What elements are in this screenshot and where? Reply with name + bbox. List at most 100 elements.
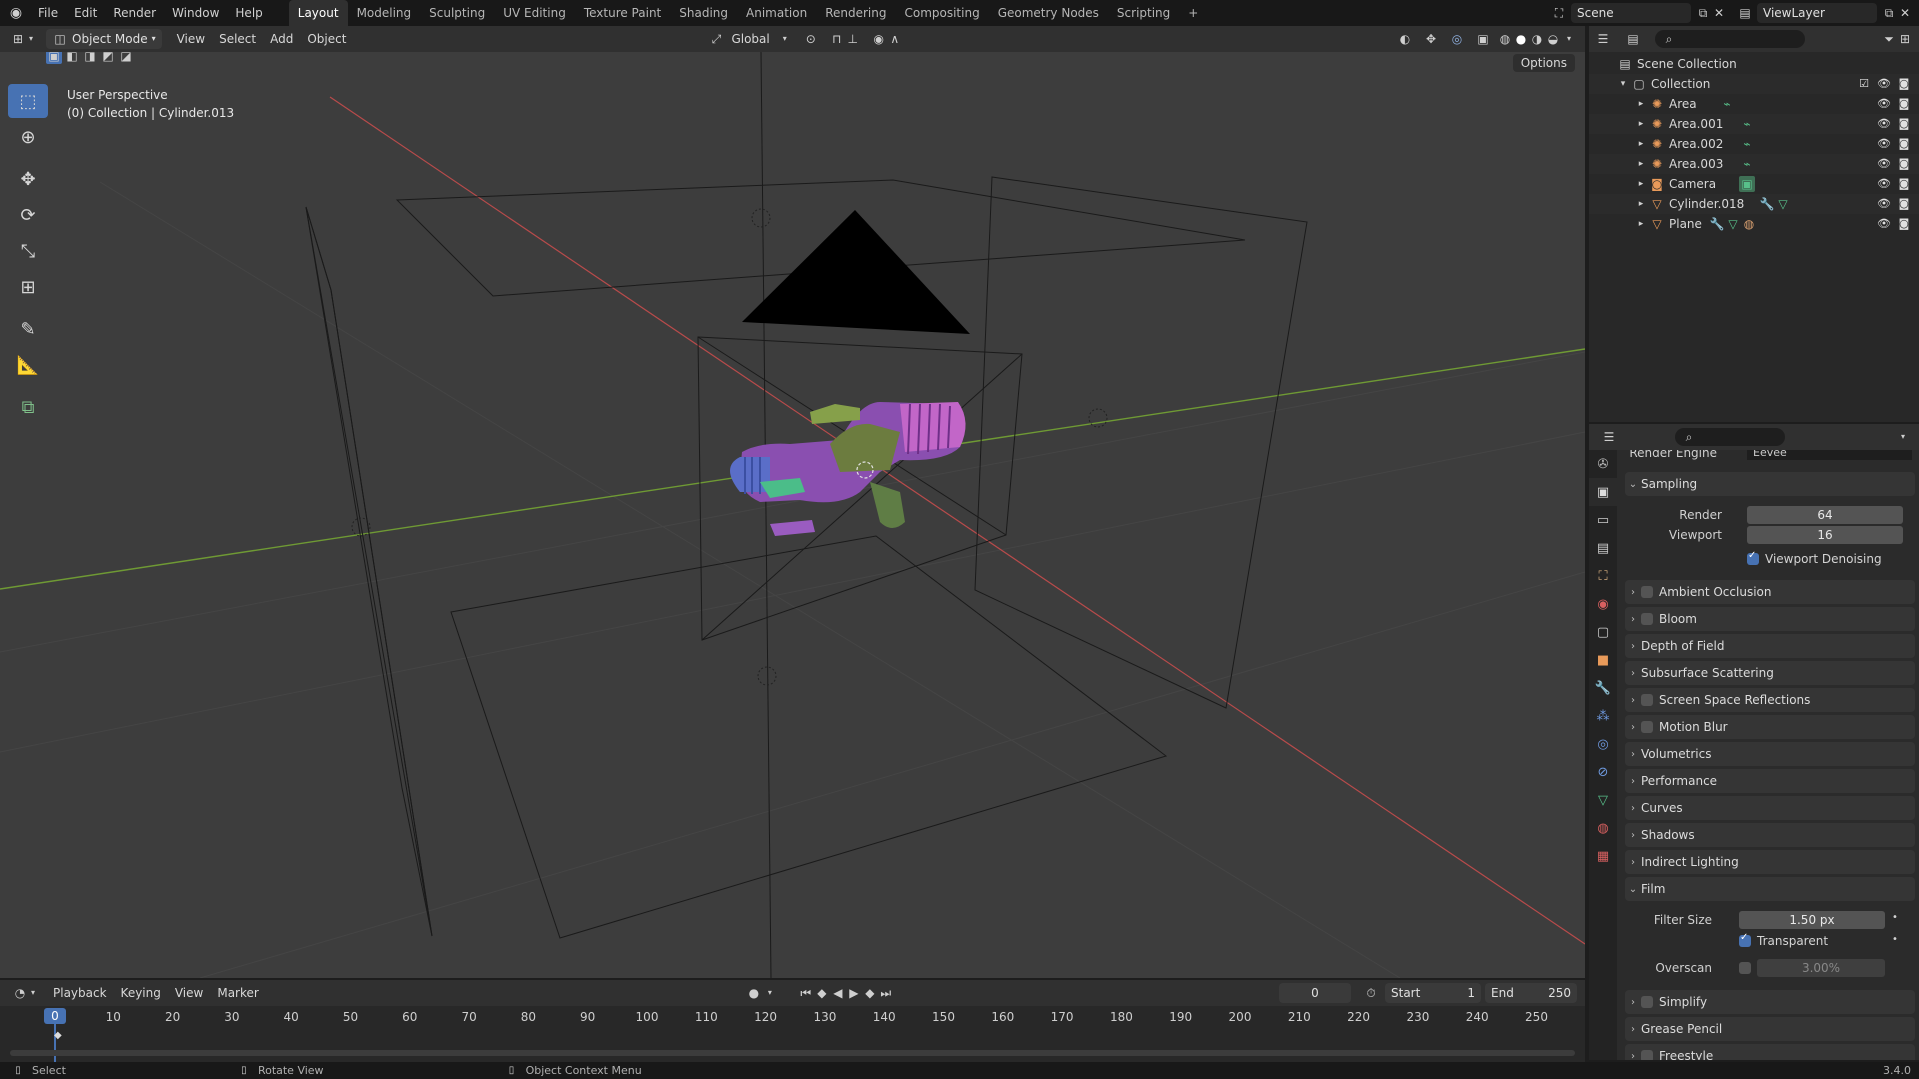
record-icon[interactable]: ● [746,985,762,1001]
panel-grease-pencil[interactable]: › Grease Pencil [1625,1017,1915,1041]
add-workspace-button[interactable]: + [1179,0,1207,26]
expand-arrow-icon[interactable]: ▸ [1633,196,1649,212]
tab-material[interactable]: ◍ [1589,814,1617,842]
panel-motion-blur[interactable]: › Motion Blur [1625,715,1915,739]
scene-icon[interactable]: ⛶ [1551,5,1567,21]
timeline[interactable]: 10 20 30 40 50 60 70 80 90 100 110 120 130 140 150 160 1… [0,1006,1585,1064]
viewport-denoising-checkbox[interactable]: Viewport Denoising [1747,550,1882,566]
move-tool[interactable]: ✥ [8,162,48,196]
options-button[interactable]: Options [1512,54,1575,72]
outliner-item[interactable]: ▸ ◙ Camera ▣ 👁 ◙ [1589,174,1919,194]
snap-icon[interactable]: ⊓ [829,31,845,47]
eye-icon[interactable]: 👁 [1877,137,1891,151]
current-frame-field[interactable]: 0 [1279,983,1351,1003]
new-viewlayer-icon[interactable]: ⧉ [1881,5,1897,21]
editor-type-icon[interactable]: ☰ [1595,31,1611,47]
menu-playback[interactable]: Playback [46,982,114,1004]
menu-object[interactable]: Object [300,28,353,50]
pivot-point-icon[interactable]: ⊙ [803,31,819,47]
panel-subsurface-scattering[interactable]: › Subsurface Scattering [1625,661,1915,685]
camera-icon[interactable]: ◙ [1897,177,1911,191]
close-scene-icon[interactable]: ✕ [1711,5,1727,21]
material-shading-icon[interactable]: ◑ [1529,31,1545,47]
keyframe-dot-icon[interactable]: • [1892,912,1898,923]
camera-icon[interactable]: ◙ [1897,137,1911,151]
expand-arrow-icon[interactable]: ▸ [1633,176,1649,192]
panel-performance[interactable]: › Performance [1625,769,1915,793]
display-mode-icon[interactable]: ▤ [1625,31,1641,47]
solid-shading-icon[interactable]: ● [1513,31,1529,47]
camera-icon[interactable]: ◙ [1897,77,1911,91]
outliner-item[interactable]: ▸ ✺ Area.003 ⌁ 👁 ◙ [1589,154,1919,174]
eye-icon[interactable]: 👁 [1877,177,1891,191]
rendered-shading-icon[interactable]: ◒ [1545,31,1561,47]
checkbox-icon[interactable]: ☑ [1857,77,1871,91]
eye-icon[interactable]: 👁 [1877,77,1891,91]
select-new-icon[interactable]: ▣ [46,52,62,64]
properties-search[interactable]: ⌕ [1675,428,1785,446]
select-invert-icon[interactable]: ◩ [100,52,116,64]
3d-viewport[interactable]: ⬚ ⊕ ✥ ⟳ ⤡ ⊞ ✎ 📐 ⧉ ▣ ◧ ◨ ◩ ◪ User Perspec… [0,52,1585,978]
panel-sampling[interactable]: ⌄ Sampling [1625,472,1915,496]
outliner-item[interactable]: ▸ ✺ Area ⌁ 👁 ◙ [1589,94,1919,114]
panel-depth-of-field[interactable]: › Depth of Field [1625,634,1915,658]
camera-icon[interactable]: ◙ [1897,197,1911,211]
select-intersect-icon[interactable]: ◪ [118,52,134,64]
tab-rendering[interactable]: Rendering [816,0,895,26]
panel-bloom[interactable]: › Bloom [1625,607,1915,631]
transform-orientation-selector[interactable]: Global [724,28,776,50]
add-cube-tool[interactable]: ⧉ [8,390,48,424]
menu-render[interactable]: Render [105,0,164,26]
tab-layout[interactable]: Layout [288,0,348,26]
visibility-icon[interactable]: ◐ [1397,31,1413,47]
render-samples-field[interactable]: 64 [1747,506,1903,524]
next-keyframe-icon[interactable]: ◆ [862,985,878,1001]
checkbox-icon[interactable] [1641,996,1653,1008]
falloff-icon[interactable]: ∧ [887,31,903,47]
eye-icon[interactable]: 👁 [1877,97,1891,111]
wireframe-shading-icon[interactable]: ◍ [1497,31,1513,47]
expand-arrow-icon[interactable]: ▸ [1633,96,1649,112]
prev-keyframe-icon[interactable]: ◆ [814,985,830,1001]
panel-freestyle[interactable]: › Freestyle [1625,1044,1915,1060]
checkbox-icon[interactable] [1641,613,1653,625]
tree-root[interactable]: ▤ Scene Collection [1589,54,1919,74]
collection-row[interactable]: ▾ ▢ Collection ☑ 👁 ◙ [1589,74,1919,94]
menu-add[interactable]: Add [263,28,300,50]
outliner-search[interactable]: ⌕ [1655,30,1805,48]
tab-sculpting[interactable]: Sculpting [420,0,494,26]
panel-indirect-lighting[interactable]: › Indirect Lighting [1625,850,1915,874]
tab-data[interactable]: ▽ [1589,786,1617,814]
menu-file[interactable]: File [30,0,66,26]
chevron-down-icon[interactable]: ▾ [1895,429,1911,445]
tab-scripting[interactable]: Scripting [1108,0,1179,26]
annotate-tool[interactable]: ✎ [8,312,48,346]
checkbox-icon[interactable] [1641,1050,1653,1060]
menu-help[interactable]: Help [227,0,270,26]
render-engine-selector[interactable]: Eevee [1747,450,1912,460]
keyframe-dot-icon[interactable]: • [1892,934,1898,945]
tab-collection[interactable]: ▢ [1589,618,1617,646]
new-scene-icon[interactable]: ⧉ [1695,5,1711,21]
snap-target-icon[interactable]: ⊥ [845,31,861,47]
measure-tool[interactable]: 📐 [8,348,48,382]
tab-geometry-nodes[interactable]: Geometry Nodes [989,0,1108,26]
start-frame-field[interactable]: Start 1 [1385,983,1481,1003]
menu-keying[interactable]: Keying [114,982,168,1004]
camera-icon[interactable]: ◙ [1897,157,1911,171]
camera-icon[interactable]: ◙ [1897,217,1911,231]
blender-logo-icon[interactable]: ◉ [8,5,24,21]
editor-type-icon[interactable]: ☰ [1601,429,1617,445]
menu-edit[interactable]: Edit [66,0,105,26]
menu-window[interactable]: Window [164,0,227,26]
viewlayer-icon[interactable]: ▤ [1737,5,1753,21]
tab-modeling[interactable]: Modeling [348,0,421,26]
end-frame-field[interactable]: End 250 [1485,983,1577,1003]
tab-output[interactable]: ▭ [1589,506,1617,534]
tab-physics[interactable]: ◎ [1589,730,1617,758]
eye-icon[interactable]: 👁 [1877,217,1891,231]
viewport-samples-field[interactable]: 16 [1747,526,1903,544]
jump-start-icon[interactable]: ⏮ [798,985,814,1001]
tab-uv-editing[interactable]: UV Editing [494,0,575,26]
expand-arrow-icon[interactable]: ▸ [1633,156,1649,172]
